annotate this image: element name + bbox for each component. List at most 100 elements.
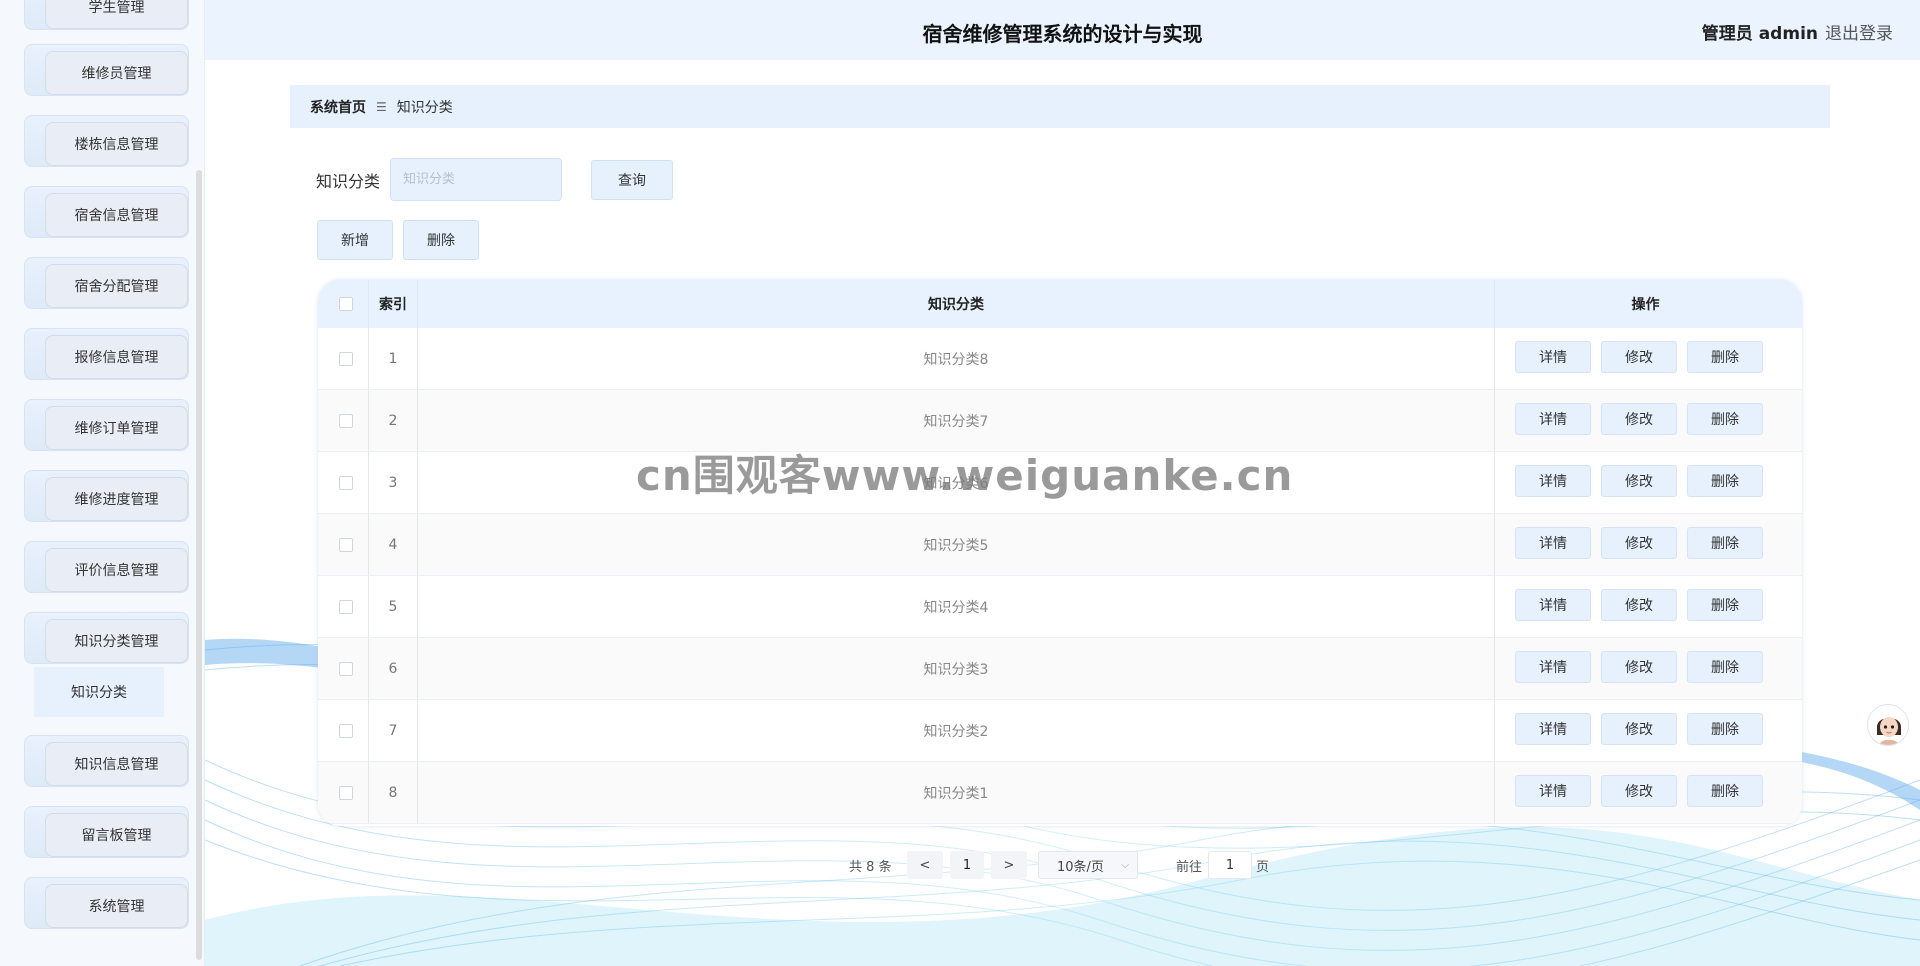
pagination-page-1[interactable]: 1: [950, 851, 984, 879]
table-row: 7 知识分类2 详情 修改 删除: [318, 700, 1802, 762]
row-index: 8: [368, 762, 418, 823]
sidebar-item-label: 维修进度管理: [45, 477, 188, 521]
delete-button[interactable]: 删除: [1687, 403, 1763, 435]
row-name: 知识分类5: [923, 537, 989, 554]
batch-delete-button[interactable]: 删除: [403, 220, 479, 260]
sidebar-item-label: 系统管理: [45, 884, 188, 928]
sidebar-item-label: 知识信息管理: [45, 742, 188, 786]
logout-link[interactable]: 退出登录: [1825, 19, 1893, 44]
row-actions: 详情 修改 删除: [1494, 700, 1796, 761]
data-table: 索引 知识分类 操作 1 知识分类8 详情 修改 删除 2 知识分类7 详情 修改 删除 3 知识分类…: [318, 280, 1802, 826]
edit-button[interactable]: 修改: [1601, 403, 1677, 435]
search-label: 知识分类: [316, 172, 381, 191]
pagination-prev-button[interactable]: <: [907, 851, 943, 879]
breadcrumb-home[interactable]: 系统首页: [310, 97, 366, 117]
row-index: 3: [368, 452, 418, 513]
detail-button[interactable]: 详情: [1515, 403, 1591, 435]
row-checkbox[interactable]: [339, 723, 353, 738]
sidebar-item[interactable]: 留言板管理: [24, 806, 189, 858]
delete-button[interactable]: 删除: [1687, 527, 1763, 559]
admin-user: 管理员 admin: [1701, 24, 1818, 44]
detail-button[interactable]: 详情: [1515, 775, 1591, 807]
row-index: 6: [368, 638, 418, 699]
delete-button[interactable]: 删除: [1687, 713, 1763, 745]
row-checkbox-cell: [324, 638, 368, 699]
delete-button[interactable]: 删除: [1687, 465, 1763, 497]
sidebar-scrollbar[interactable]: [196, 170, 202, 960]
pagination-next-button[interactable]: >: [991, 851, 1027, 879]
sidebar-item[interactable]: 维修员管理: [24, 44, 189, 96]
row-name: 知识分类8: [923, 351, 989, 368]
row-actions: 详情 修改 删除: [1494, 762, 1796, 823]
row-checkbox[interactable]: [339, 599, 353, 614]
edit-button[interactable]: 修改: [1601, 775, 1677, 807]
table-row: 1 知识分类8 详情 修改 删除: [318, 328, 1802, 390]
row-checkbox[interactable]: [339, 661, 353, 676]
sidebar-item[interactable]: 维修进度管理: [24, 470, 189, 522]
sidebar: 学生管理维修员管理楼栋信息管理宿舍信息管理宿舍分配管理 报修信息管理 维修订单管理维…: [0, 0, 205, 966]
edit-button[interactable]: 修改: [1601, 527, 1677, 559]
page-size-select[interactable]: 10条/页 ⌵: [1038, 851, 1138, 879]
header-name: 知识分类: [928, 297, 984, 313]
row-name: 知识分类1: [923, 785, 989, 802]
sidebar-subitem-knowledge-category[interactable]: 知识分类: [34, 667, 164, 717]
table-header: 索引 知识分类 操作: [318, 280, 1802, 328]
goto-suffix: 页: [1256, 859, 1270, 875]
row-checkbox-cell: [324, 390, 368, 451]
row-checkbox[interactable]: [339, 537, 353, 552]
top-header: 宿舍维修管理系统的设计与实现 管理员 admin 退出登录: [205, 0, 1920, 60]
sidebar-item-label: 知识分类管理: [45, 619, 188, 663]
sidebar-item[interactable]: 维修订单管理: [24, 399, 189, 451]
row-checkbox[interactable]: [339, 785, 353, 800]
row-actions: 详情 修改 删除: [1494, 390, 1796, 451]
sidebar-item[interactable]: 知识分类管理: [24, 612, 189, 664]
app-title: 宿舍维修管理系统的设计与实现: [922, 22, 1203, 46]
sidebar-item[interactable]: 知识信息管理: [24, 735, 189, 787]
edit-button[interactable]: 修改: [1601, 589, 1677, 621]
row-checkbox-cell: [324, 576, 368, 637]
delete-button[interactable]: 删除: [1687, 651, 1763, 683]
assistant-avatar-icon[interactable]: [1867, 704, 1909, 746]
add-button[interactable]: 新增: [317, 220, 393, 260]
breadcrumb-separator-icon: ☰: [376, 99, 387, 114]
page-size-value: 10条/页: [1057, 859, 1104, 875]
row-actions: 详情 修改 删除: [1494, 514, 1796, 575]
row-actions: 详情 修改 删除: [1494, 452, 1796, 513]
search-input[interactable]: [390, 158, 562, 201]
delete-button[interactable]: 删除: [1687, 341, 1763, 373]
row-actions: 详情 修改 删除: [1494, 328, 1796, 389]
sidebar-item[interactable]: 楼栋信息管理: [24, 115, 189, 167]
edit-button[interactable]: 修改: [1601, 713, 1677, 745]
row-checkbox-cell: [324, 700, 368, 761]
sidebar-item[interactable]: 系统管理: [24, 877, 189, 929]
sidebar-item[interactable]: 宿舍信息管理: [24, 186, 189, 238]
select-all-checkbox[interactable]: [339, 297, 353, 311]
row-checkbox-cell: [324, 452, 368, 513]
sidebar-item[interactable]: 学生管理: [24, 0, 189, 30]
delete-button[interactable]: 删除: [1687, 589, 1763, 621]
delete-button[interactable]: 删除: [1687, 775, 1763, 807]
header-checkbox-cell: [324, 280, 368, 328]
edit-button[interactable]: 修改: [1601, 651, 1677, 683]
sidebar-item[interactable]: 评价信息管理: [24, 541, 189, 593]
query-button[interactable]: 查询: [591, 160, 673, 200]
row-index: 7: [368, 700, 418, 761]
breadcrumb-current: 知识分类: [396, 99, 453, 116]
row-checkbox[interactable]: [339, 413, 353, 428]
sidebar-item-label: 留言板管理: [45, 813, 188, 857]
detail-button[interactable]: 详情: [1515, 341, 1591, 373]
sidebar-item[interactable]: 报修信息管理: [24, 328, 189, 380]
edit-button[interactable]: 修改: [1601, 341, 1677, 373]
detail-button[interactable]: 详情: [1515, 589, 1591, 621]
detail-button[interactable]: 详情: [1515, 527, 1591, 559]
goto-page-input[interactable]: 1: [1208, 851, 1252, 879]
sidebar-item-label: 宿舍信息管理: [45, 193, 188, 237]
detail-button[interactable]: 详情: [1515, 713, 1591, 745]
sidebar-item[interactable]: 宿舍分配管理: [24, 257, 189, 309]
row-checkbox[interactable]: [339, 351, 353, 366]
detail-button[interactable]: 详情: [1515, 465, 1591, 497]
row-checkbox[interactable]: [339, 475, 353, 490]
detail-button[interactable]: 详情: [1515, 651, 1591, 683]
row-index: 5: [368, 576, 418, 637]
edit-button[interactable]: 修改: [1601, 465, 1677, 497]
